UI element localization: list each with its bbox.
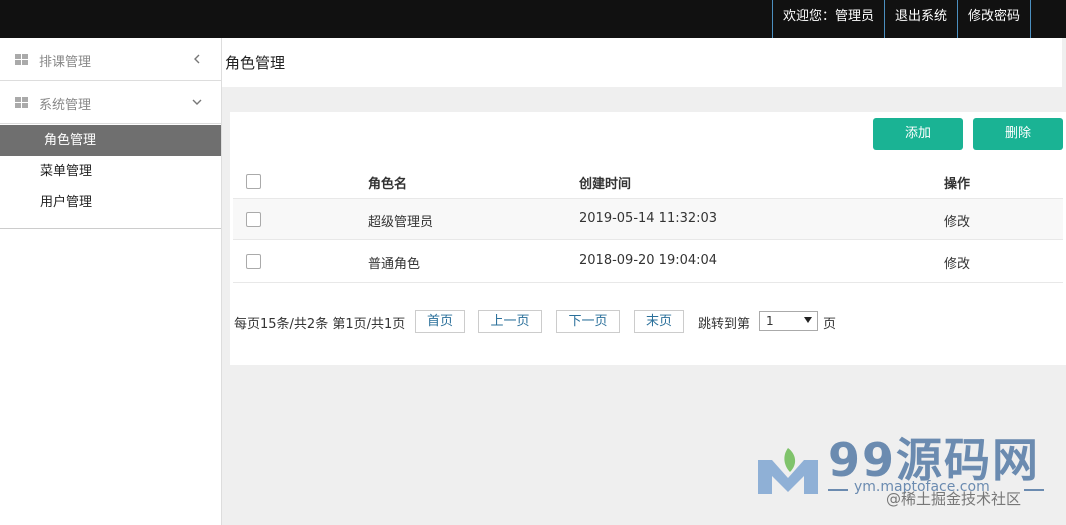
pagination: 每页15条/共2条 第1页/共1页 首页 上一页 下一页 末页 跳转到第 1 页: [234, 310, 1064, 334]
top-nav: 欢迎您：管理员 退出系统 修改密码: [771, 0, 1031, 38]
page-header: 角色管理: [222, 38, 1062, 87]
sidebar-group-scheduling[interactable]: 排课管理: [0, 38, 221, 81]
jump-to-label: 跳转到第: [698, 317, 751, 332]
last-page-button[interactable]: 末页: [634, 310, 684, 333]
chevron-left-icon: [194, 54, 200, 64]
edit-link[interactable]: 修改: [944, 211, 970, 230]
page-unit-label: 页: [823, 317, 837, 332]
sidebar-group-label: 排课管理: [39, 55, 92, 70]
logout-link[interactable]: 退出系统: [883, 0, 957, 38]
sidebar: 排课管理 系统管理 角色管理 菜单管理 用户管理: [0, 38, 222, 525]
add-button[interactable]: 添加: [873, 118, 963, 150]
watermark: 99源码网 ym.maptoface.com @稀土掘金技术社区: [756, 416, 1066, 525]
table-row: 普通角色 2018-09-20 19:04:04 修改: [233, 241, 1063, 283]
column-header-role-name: 角色名: [368, 177, 408, 192]
watermark-community: @稀土掘金技术社区: [886, 490, 1022, 508]
dropdown-arrow-icon: [804, 317, 812, 323]
first-page-button[interactable]: 首页: [415, 310, 465, 333]
sidebar-item-users[interactable]: 用户管理: [0, 187, 221, 218]
watermark-url: ym.maptoface.com: [854, 479, 990, 495]
created-time-cell: 2019-05-14 11:32:03: [579, 211, 718, 226]
chevron-down-icon: [192, 99, 202, 105]
prev-page-button[interactable]: 上一页: [478, 310, 542, 333]
brand-logo-icon: [758, 448, 818, 494]
pagination-info: 每页15条/共2条 第1页/共1页: [234, 317, 406, 332]
edit-link[interactable]: 修改: [944, 253, 970, 272]
page-title: 角色管理: [225, 54, 286, 72]
change-password-link[interactable]: 修改密码: [956, 0, 1031, 38]
jump-page-value: 1: [766, 314, 774, 328]
column-header-created-time: 创建时间: [579, 177, 632, 192]
top-bar: 欢迎您：管理员 退出系统 修改密码: [0, 0, 1066, 38]
select-all-checkbox[interactable]: [246, 174, 261, 189]
table-header-row: 角色名 创建时间 操作: [233, 162, 1063, 198]
delete-button[interactable]: 删除: [973, 118, 1063, 150]
role-name-cell: 普通角色: [368, 257, 421, 272]
sidebar-group-system[interactable]: 系统管理: [0, 81, 221, 124]
grid-icon: [15, 97, 28, 109]
watermark-brand: 99源码网: [828, 433, 1041, 487]
watermark-line-right: [1024, 489, 1044, 491]
welcome-user-link[interactable]: 欢迎您：管理员: [771, 0, 884, 38]
watermark-line-left: [828, 489, 848, 491]
sidebar-item-roles[interactable]: 角色管理: [0, 125, 221, 156]
sidebar-submenu: 角色管理 菜单管理 用户管理: [0, 125, 221, 229]
sidebar-item-menus[interactable]: 菜单管理: [0, 156, 221, 187]
grid-icon: [15, 54, 28, 66]
table-row: 超级管理员 2019-05-14 11:32:03 修改: [233, 198, 1063, 240]
content-panel: 添加 删除 角色名 创建时间 操作 超级管理员 2019-05-14 11:32…: [230, 112, 1066, 365]
role-name-cell: 超级管理员: [368, 215, 434, 230]
column-header-actions: 操作: [944, 177, 971, 192]
next-page-button[interactable]: 下一页: [556, 310, 620, 333]
row-checkbox[interactable]: [246, 254, 261, 269]
created-time-cell: 2018-09-20 19:04:04: [579, 253, 718, 268]
row-checkbox[interactable]: [246, 212, 261, 227]
sidebar-group-label: 系统管理: [39, 98, 92, 113]
jump-page-select[interactable]: 1: [759, 311, 818, 331]
